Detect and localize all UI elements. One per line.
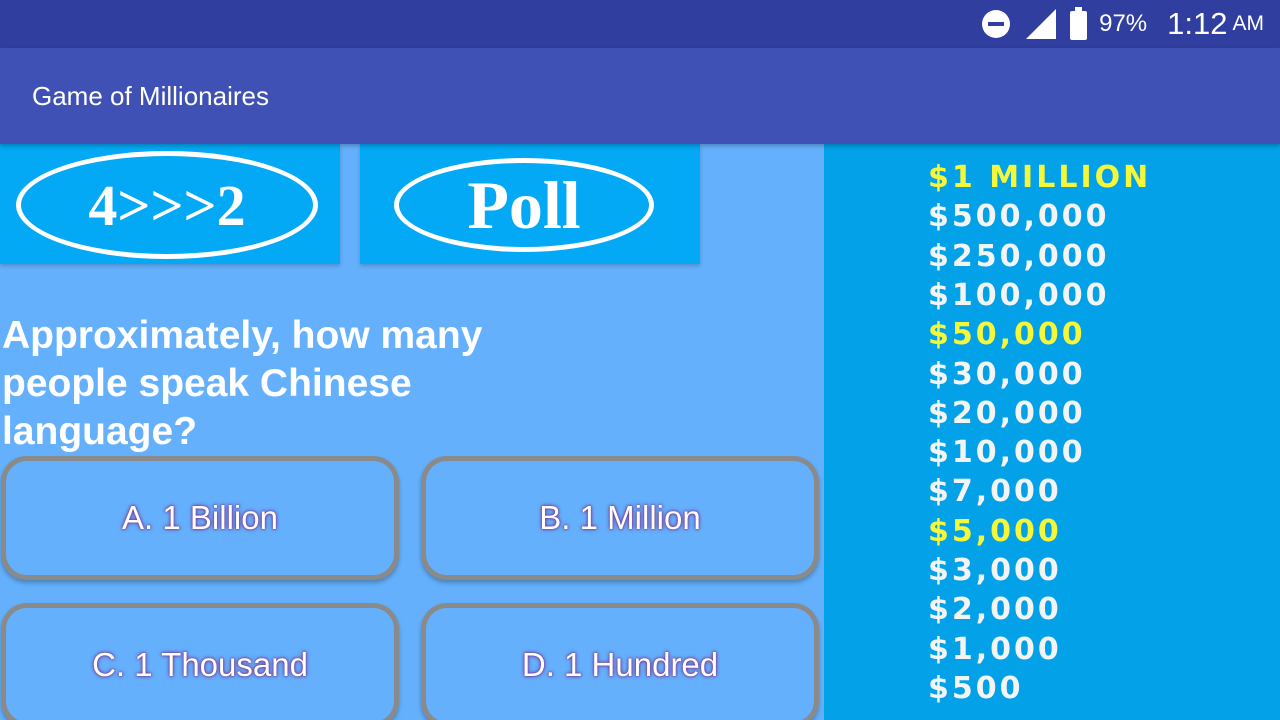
prize-level: $20,000 — [928, 395, 1086, 431]
answer-a-label: A. 1 Billion — [122, 499, 278, 536]
status-bar: 97% 1:12 AM — [0, 0, 1280, 48]
prize-level: $250,000 — [928, 238, 1110, 274]
do-not-disturb-icon — [982, 10, 1011, 38]
prize-ladder: $1 MILLION $500,000 $250,000 $100,000 $5… — [824, 144, 1280, 720]
prize-level: $3,000 — [928, 553, 1062, 588]
battery-icon — [1070, 7, 1088, 40]
clock-ampm: AM — [1232, 12, 1265, 35]
prize-level: $500,000 — [928, 199, 1110, 235]
fifty-fifty-lifeline-button[interactable]: 4>>>2 — [0, 144, 340, 264]
prize-level: $500 — [928, 670, 1024, 706]
status-icons: 97% 1:12 AM — [982, 0, 1264, 48]
prize-level: $1,000 — [928, 631, 1062, 667]
prize-level: $5,000 — [928, 513, 1062, 549]
answer-b-label: B. 1 Million — [539, 499, 701, 536]
answer-d-button[interactable]: D. 1 Hundred — [421, 603, 819, 720]
question-text: Approximately, how many people speak Chi… — [2, 314, 483, 453]
prize-level: $30,000 — [928, 356, 1086, 392]
battery-percent: 97% — [1099, 10, 1148, 37]
poll-lifeline-button[interactable]: Poll — [360, 144, 700, 264]
answer-b-button[interactable]: B. 1 Million — [421, 456, 819, 580]
app-title: Game of Millionaires — [32, 81, 269, 111]
answer-c-label: C. 1 Thousand — [92, 646, 308, 683]
prize-level: $100,000 — [928, 277, 1110, 313]
prize-level: $10,000 — [928, 435, 1086, 471]
fifty-fifty-label: 4>>>2 — [16, 151, 318, 259]
prize-level: $50,000 — [928, 317, 1086, 353]
answer-d-label: D. 1 Hundred — [521, 646, 719, 683]
prize-level: $2,000 — [928, 592, 1062, 628]
answer-a-button[interactable]: A. 1 Billion — [1, 456, 399, 580]
prize-level: $1 MILLION — [928, 160, 1152, 195]
app-bar: Game of Millionaires — [0, 48, 1280, 144]
prize-level: $7,000 — [928, 474, 1062, 510]
poll-label: Poll — [394, 158, 654, 252]
signal-icon — [1026, 9, 1057, 39]
answer-c-button[interactable]: C. 1 Thousand — [1, 603, 399, 720]
clock: 1:12 — [1167, 6, 1228, 41]
